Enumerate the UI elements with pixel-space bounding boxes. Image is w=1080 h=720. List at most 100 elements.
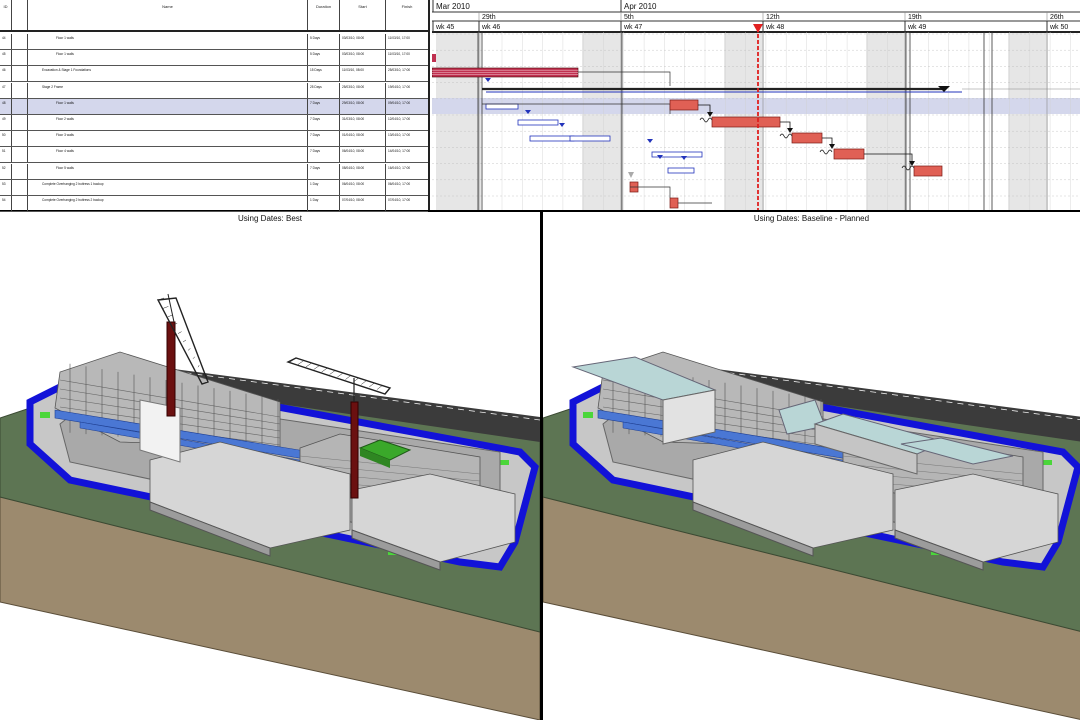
column-id-header[interactable]: ID: [0, 0, 12, 30]
crane-lattice: [376, 385, 383, 390]
week-label: wk 50: [1049, 24, 1068, 31]
column-finish-header[interactable]: Finish: [386, 0, 428, 30]
site-gate: [583, 412, 593, 418]
task-bar[interactable]: [791, 132, 823, 144]
task-row[interactable]: 47 Stage 2 Frame 25 Days 25/03/10, 08:00 19/…: [0, 82, 428, 99]
task-name: Floor 1 walls: [28, 34, 308, 49]
task-bar[interactable]: [913, 165, 943, 177]
task-id: 45: [0, 50, 12, 66]
baseline-bar[interactable]: [517, 119, 559, 126]
baseline-milestone: [485, 78, 491, 82]
viewport-best-dates[interactable]: Using Dates: Best: [0, 212, 540, 720]
task-mode: [12, 196, 28, 211]
column-name-header[interactable]: Name: [28, 0, 308, 30]
week-label: wk 48: [765, 24, 784, 31]
viewport-baseline-planned[interactable]: Using Dates: Baseline - Planned: [543, 212, 1080, 720]
column-duration-header[interactable]: Duration: [308, 0, 340, 30]
gantt-timeline[interactable]: Mar 2010 Apr 2010 29th 5th 12th 19th 26th wk 45…: [432, 0, 1080, 210]
task-bar[interactable]: [833, 148, 865, 160]
column-start-header[interactable]: Start: [340, 0, 386, 30]
crane-lattice: [162, 306, 169, 309]
task-duration: 7 Days: [308, 98, 340, 114]
task-row[interactable]: 44 Floor 1 walls 5 Days 03/03/10, 08:00 11/0…: [0, 34, 428, 50]
task-row[interactable]: 49 Floor 2 walls 7 Days 31/03/10, 08:00 12/0…: [0, 115, 428, 131]
day-label: 5th: [624, 14, 634, 21]
day-label: 29th: [482, 14, 496, 21]
task-finish: 19/04/10, 17:00: [388, 84, 411, 89]
dependency-arrow: [829, 144, 835, 149]
day-label: 26th: [1050, 14, 1064, 21]
column-mode-header[interactable]: [12, 0, 28, 30]
task-id: 52: [0, 163, 12, 179]
site-model-group: [543, 351, 1080, 720]
task-mode: [12, 66, 28, 82]
task-row[interactable]: 54 Complete Overhanging 2 buttress 2 back…: [0, 196, 428, 212]
task-name: Stage 2 Frame: [28, 82, 308, 98]
weekend-shading: [866, 32, 906, 210]
weekend-shading: [436, 32, 481, 210]
task-row[interactable]: 51 Floor 4 walls 7 Days 06/04/10, 08:00 14/0…: [0, 147, 428, 164]
crane-lattice: [305, 362, 312, 368]
task-bar[interactable]: [711, 116, 781, 128]
summary-bar[interactable]: [432, 54, 436, 62]
baseline-bar[interactable]: [485, 103, 519, 110]
task-id: 50: [0, 131, 12, 147]
task-id: 44: [0, 34, 12, 49]
task-finish: 14/04/10, 17:00: [388, 149, 411, 154]
task-finish: 11/03/10, 17:00: [388, 52, 410, 57]
crane-lattice: [321, 367, 328, 373]
crane-lattice: [187, 348, 191, 351]
task-name: Floor 1 walls: [28, 98, 308, 114]
week-label: wk 47: [623, 24, 642, 31]
task-row[interactable]: 46 Excavation & Stage 1 Foundations 15 Day…: [0, 66, 428, 83]
task-grid-header: ID Name Duration Start Finish: [0, 0, 428, 32]
task-finish: 09/04/10, 17:00: [388, 100, 411, 105]
task-mode: [12, 98, 28, 114]
task-name: Floor 1 walls: [28, 50, 308, 66]
task-duration: 7 Days: [308, 131, 340, 147]
task-row[interactable]: 50 Floor 3 walls 7 Days 01/04/10, 08:00 13/0…: [0, 131, 428, 148]
task-mode: [12, 50, 28, 66]
task-duration: 25 Days: [308, 82, 340, 98]
task-row[interactable]: 48 Floor 1 walls 7 Days 29/03/10, 08:00 09/0…: [0, 98, 428, 115]
task-finish: 13/04/10, 17:00: [388, 133, 411, 138]
week-label: wk 45: [435, 24, 454, 31]
task-duration: 7 Days: [308, 163, 340, 179]
crane-lattice: [329, 370, 336, 375]
baseline-bar[interactable]: [667, 167, 695, 174]
task-finish: 06/04/10, 17:00: [388, 181, 411, 186]
baseline-bar[interactable]: [529, 135, 575, 142]
tower-crane-mast[interactable]: [350, 401, 359, 499]
task-start: 06/04/10, 08:00: [340, 147, 386, 163]
task-id: 54: [0, 196, 12, 211]
crane-lattice: [182, 339, 187, 343]
task-start: 11/03/10, 08:00: [340, 66, 386, 82]
task-finish: 07/04/10, 17:00: [388, 198, 411, 202]
task-mode: [12, 131, 28, 147]
tower-crane-mast[interactable]: [166, 321, 176, 417]
task-bar[interactable]: [669, 99, 699, 111]
task-finish: 11/03/10, 17:00: [388, 36, 410, 40]
task-duration: 5 Days: [308, 34, 340, 49]
baseline-bar[interactable]: [569, 135, 611, 142]
resource-indicator: [699, 117, 713, 123]
task-start: 08/04/10, 08:00: [340, 163, 386, 179]
task-name: Complete Overhanging 2 buttress 1 backup: [28, 179, 308, 195]
task-duration: 1 Day: [308, 179, 340, 195]
task-bar[interactable]: [669, 197, 679, 209]
task-row[interactable]: 45 Floor 1 walls 5 Days 03/03/10, 08:00 11/0…: [0, 50, 428, 67]
task-row[interactable]: 52 Floor 5 walls 7 Days 08/04/10, 08:00 16/0…: [0, 163, 428, 180]
task-grid: ID Name Duration Start Finish 44 Floor 1 …: [0, 0, 430, 212]
site-model-best[interactable]: [0, 212, 540, 720]
task-row[interactable]: 53 Complete Overhanging 2 buttress 1 back…: [0, 179, 428, 196]
weekend-shading: [582, 32, 622, 210]
task-start: 03/03/10, 08:00: [340, 34, 386, 49]
day-label: 19th: [908, 14, 922, 21]
site-model-baseline[interactable]: [543, 212, 1080, 720]
gantt-chart[interactable]: Mar 2010 Apr 2010 29th 5th 12th 19th 26th wk 45…: [432, 0, 1080, 210]
dependency-arrow: [787, 128, 793, 133]
task-duration: 7 Days: [308, 115, 340, 130]
task-mode: [12, 115, 28, 130]
baseline-milestone: [647, 139, 653, 143]
task-id: 51: [0, 147, 12, 163]
